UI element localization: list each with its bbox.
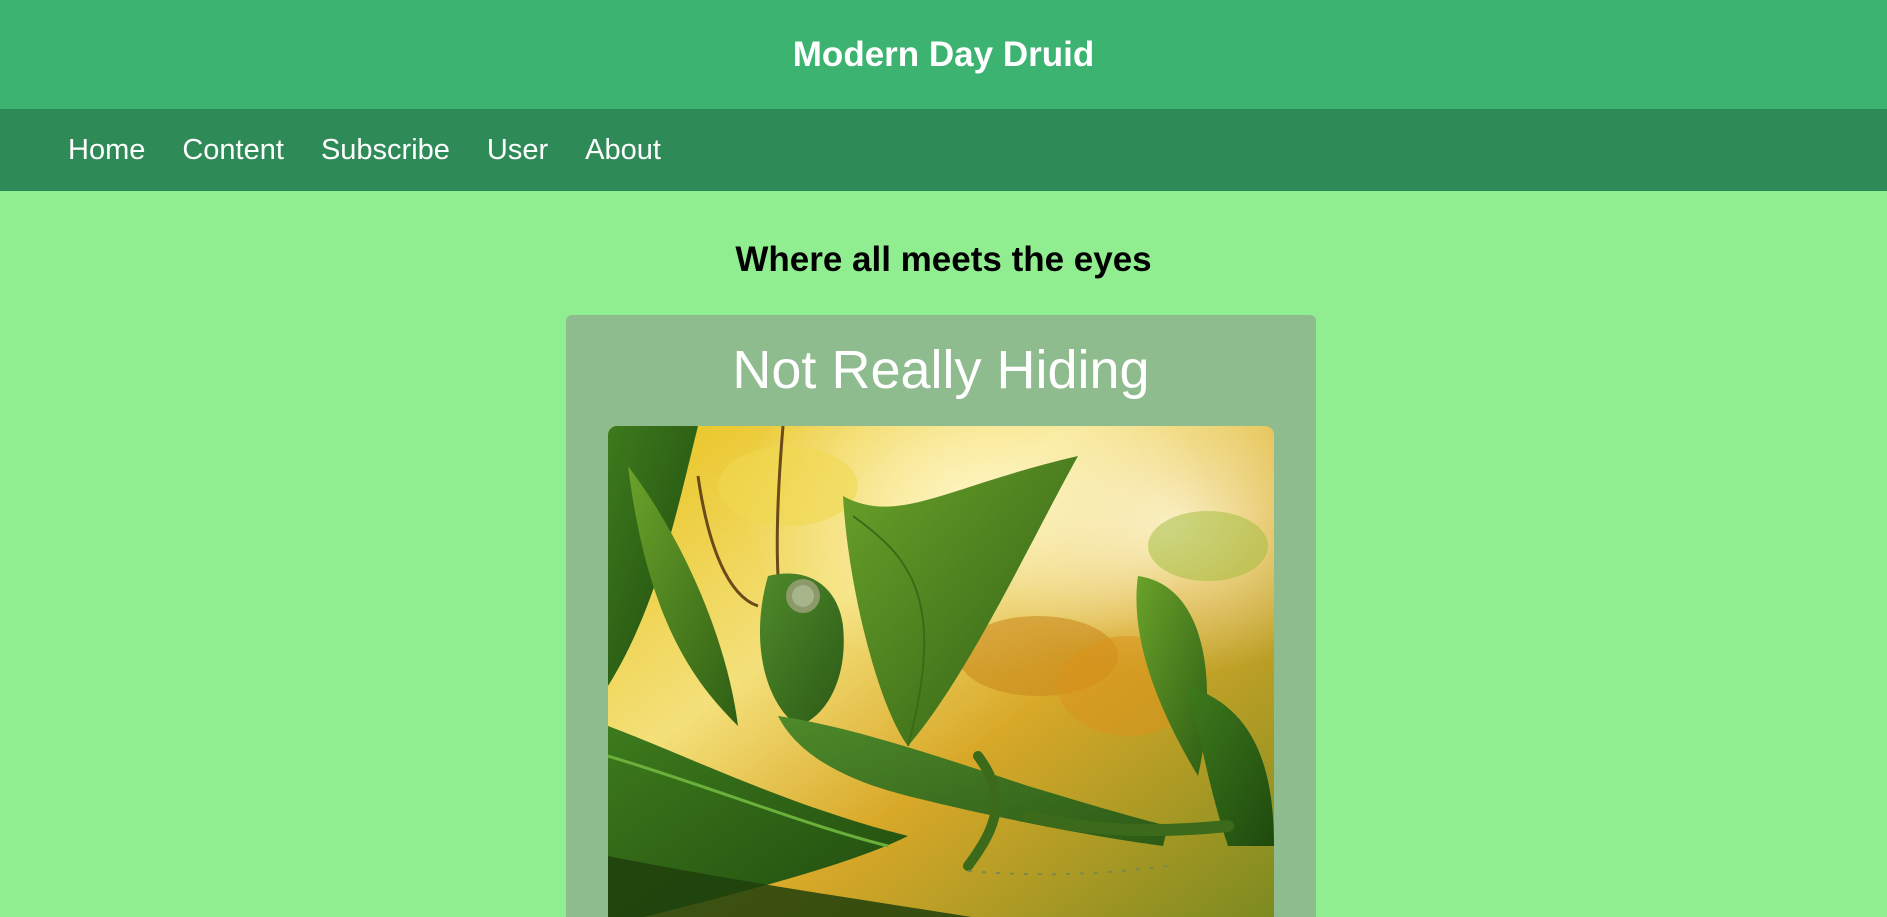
nav-link-user[interactable]: User	[487, 134, 548, 167]
nav-link-content[interactable]: Content	[182, 134, 284, 167]
main-content: Where all meets the eyes Not Really Hidi…	[0, 191, 1887, 917]
card-title: Not Really Hiding	[732, 340, 1150, 400]
grasshopper-photo[interactable]	[608, 426, 1274, 917]
nav-link-subscribe[interactable]: Subscribe	[321, 134, 450, 167]
content-card: Not Really Hiding	[566, 315, 1316, 917]
page-tagline: Where all meets the eyes	[735, 240, 1152, 279]
site-header: Modern Day Druid	[0, 0, 1887, 109]
grasshopper-photo-illustration	[608, 426, 1274, 917]
nav-link-about[interactable]: About	[585, 134, 661, 167]
main-nav: Home Content Subscribe User About	[0, 109, 1887, 191]
nav-link-home[interactable]: Home	[68, 134, 145, 167]
site-title: Modern Day Druid	[792, 34, 1095, 74]
